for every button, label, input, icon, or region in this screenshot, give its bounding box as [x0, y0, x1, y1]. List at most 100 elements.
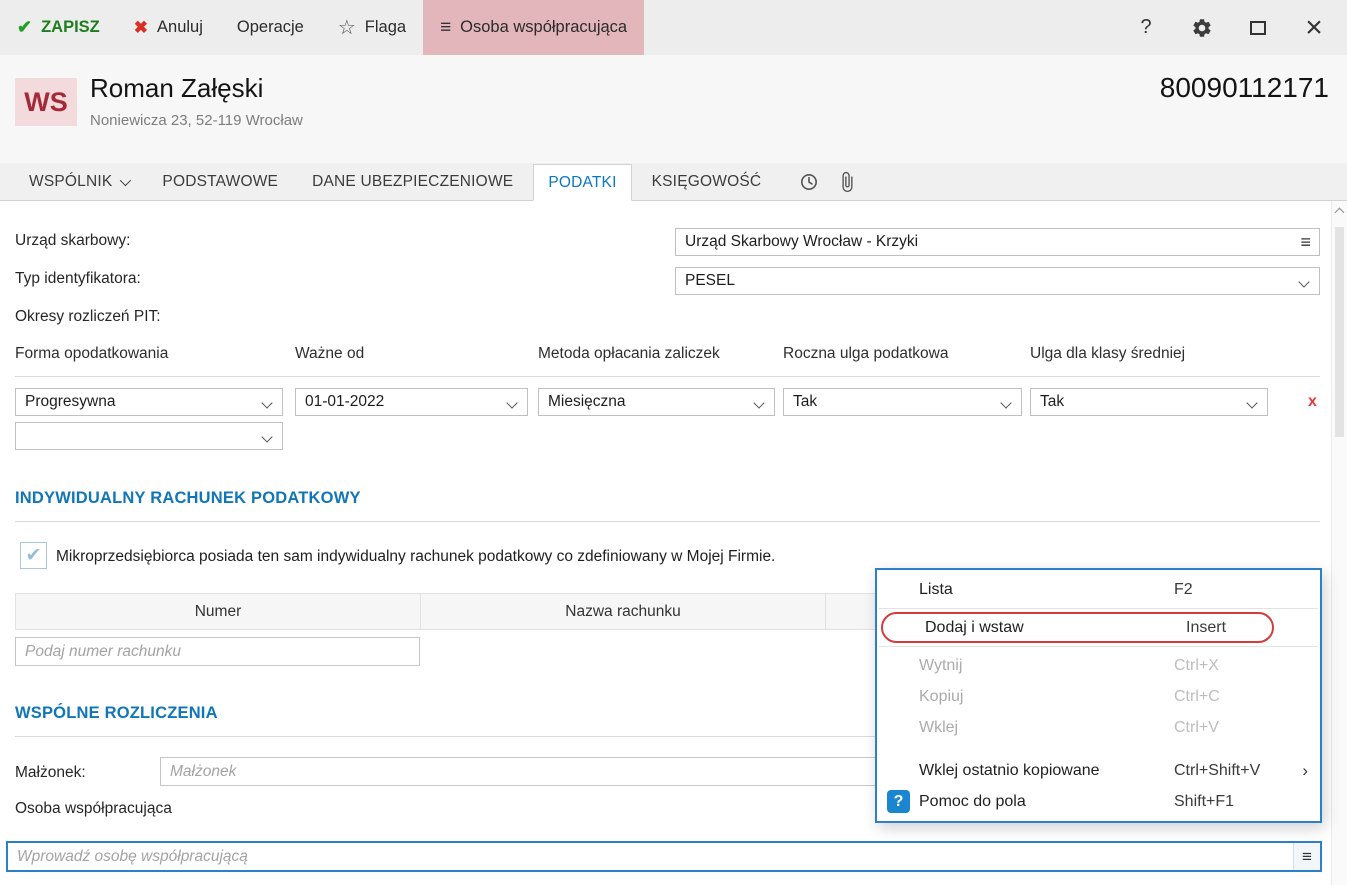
account-number-input[interactable] [15, 637, 420, 666]
id-type-select[interactable]: PESEL [675, 267, 1320, 295]
pit-col-roczna-ulga: Roczna ulga podatkowa [783, 345, 948, 363]
menu-item-shortcut: Ctrl+V [1174, 719, 1304, 737]
context-menu: Lista F2 Dodaj i wstaw Insert Wytnij Ctr… [875, 568, 1322, 823]
pit-col-ulga-klasa: Ulga dla klasy średniej [1030, 345, 1185, 363]
menu-icon-col: ? [887, 790, 919, 813]
tab-label: WSPÓLNIK [29, 173, 112, 191]
maximize-icon [1250, 21, 1266, 35]
cancel-x-icon: ✖ [134, 18, 148, 38]
pit-col-wazne-od: Ważne od [295, 345, 364, 363]
maximize-button[interactable] [1245, 15, 1271, 41]
divider [15, 521, 1320, 522]
scroll-up-icon[interactable] [1335, 208, 1345, 218]
check-icon: ✔ [17, 17, 32, 38]
person-id-number: 80090112171 [1160, 72, 1329, 104]
menu-item-pomoc-do-pola[interactable]: ? Pomoc do pola Shift+F1 [877, 786, 1320, 817]
menu-separator [879, 646, 1318, 647]
menu-item-shortcut: Ctrl+Shift+V [1174, 762, 1304, 780]
tab-wspolnik[interactable]: WSPÓLNIK [15, 163, 142, 200]
select-value: Miesięczna [548, 393, 626, 411]
submenu-arrow-icon: › [1302, 761, 1308, 781]
menu-item-label: Wklej [919, 719, 1174, 737]
menu-item-wklej: Wklej Ctrl+V [877, 712, 1320, 743]
coworker-input[interactable] [8, 843, 1293, 870]
spouse-label: Małżonek: [15, 764, 86, 782]
menu-item-kopiuj: Kopiuj Ctrl+C [877, 681, 1320, 712]
menu-item-label: Wklej ostatnio kopiowane [919, 762, 1174, 780]
section-title-rachunek: INDYWIDUALNY RACHUNEK PODATKOWY [15, 489, 361, 508]
close-button[interactable]: × [1301, 15, 1327, 41]
menu-item-shortcut: Ctrl+C [1174, 688, 1304, 706]
window-controls: ? × [1133, 0, 1347, 55]
section-title-wspolne: WSPÓLNE ROZLICZENIA [15, 704, 218, 723]
tab-label: PODSTAWOWE [162, 173, 278, 191]
vertical-scrollbar[interactable] [1331, 201, 1347, 885]
menu-item-label: Kopiuj [919, 688, 1174, 706]
column-header-nazwa: Nazwa rachunku [421, 594, 826, 629]
tab-bar: WSPÓLNIK PODSTAWOWE DANE UBEZPIECZENIOWE… [0, 163, 1347, 201]
menu-item-lista[interactable]: Lista F2 [877, 574, 1320, 605]
forma-opodatkowania-select[interactable]: Progresywna [15, 388, 283, 416]
lookup-menu-icon: ≡ [1302, 847, 1312, 867]
id-type-label: Typ identyfikatora: [15, 270, 141, 288]
tab-podstawowe[interactable]: PODSTAWOWE [148, 163, 292, 200]
content-area: Urząd skarbowy: Urząd Skarbowy Wrocław -… [0, 201, 1347, 885]
tab-label: PODATKI [548, 174, 616, 192]
save-button[interactable]: ✔ ZAPISZ [0, 0, 117, 55]
ulga-klasa-select[interactable]: Tak [1030, 388, 1268, 416]
roczna-ulga-select[interactable]: Tak [783, 388, 1022, 416]
field-help-icon: ? [887, 790, 910, 813]
tab-label: DANE UBEZPIECZENIOWE [312, 173, 513, 191]
tax-office-value: Urząd Skarbowy Wrocław - Krzyki [685, 233, 918, 251]
coworker-lookup-button[interactable]: ≡ [1293, 843, 1320, 870]
wazne-od-select[interactable]: 01-01-2022 [295, 388, 528, 416]
attachment-icon[interactable] [836, 171, 858, 193]
scrollbar-thumb[interactable] [1335, 227, 1344, 437]
pit-periods-label: Okresy rozliczeń PIT: [15, 308, 161, 326]
menu-item-shortcut: Shift+F1 [1174, 793, 1304, 811]
menu-item-shortcut: Ctrl+X [1174, 657, 1304, 675]
select-value: Tak [793, 393, 817, 411]
select-value: 01-01-2022 [305, 393, 384, 411]
app-window: ✔ ZAPISZ ✖ Anuluj Operacje ☆ Flaga ≡ Oso… [0, 0, 1347, 885]
tab-dane-ubezpieczeniowe[interactable]: DANE UBEZPIECZENIOWE [298, 163, 527, 200]
cancel-label: Anuluj [157, 18, 203, 37]
flag-button[interactable]: ☆ Flaga [321, 0, 423, 55]
menu-item-wytnij: Wytnij Ctrl+X [877, 650, 1320, 681]
pit-col-forma: Forma opodatkowania [15, 345, 168, 363]
menu-item-label: Pomoc do pola [919, 793, 1174, 811]
menu-item-dodaj-i-wstaw[interactable]: Dodaj i wstaw Insert [881, 612, 1274, 643]
tax-office-field[interactable]: Urząd Skarbowy Wrocław - Krzyki ≡ [675, 228, 1320, 256]
id-type-value: PESEL [685, 272, 735, 290]
same-account-checkbox[interactable]: ✔ [20, 542, 47, 569]
menu-item-label: Lista [919, 581, 1174, 599]
checkbox-check-icon: ✔ [26, 544, 42, 567]
active-record-tab[interactable]: ≡ Osoba współpracująca [423, 0, 644, 55]
lookup-menu-icon[interactable]: ≡ [1300, 232, 1311, 253]
select-value: Tak [1040, 393, 1064, 411]
coworker-label: Osoba współpracująca [15, 800, 172, 818]
pit-col-metoda: Metoda opłacania zaliczek [538, 345, 720, 363]
tab-podatki[interactable]: PODATKI [533, 164, 631, 201]
list-icon: ≡ [440, 17, 451, 39]
active-record-label: Osoba współpracująca [460, 18, 627, 37]
star-icon: ☆ [338, 15, 356, 40]
menu-item-label: Wytnij [919, 657, 1174, 675]
menu-item-shortcut: Insert [1186, 619, 1256, 637]
menu-separator [879, 608, 1318, 609]
chevron-down-icon [120, 174, 131, 185]
gear-icon [1191, 17, 1213, 39]
history-icon[interactable] [797, 170, 820, 193]
flag-label: Flaga [365, 18, 406, 37]
metoda-zaliczek-select[interactable]: Miesięczna [538, 388, 775, 416]
delete-row-button[interactable]: x [1308, 393, 1317, 411]
operations-button[interactable]: Operacje [220, 0, 321, 55]
tab-label: KSIĘGOWOŚĆ [652, 173, 762, 191]
forma-opodatkowania-select-empty[interactable] [15, 422, 283, 450]
menu-item-label: Dodaj i wstaw [925, 619, 1186, 637]
help-button[interactable]: ? [1133, 15, 1159, 41]
tab-ksiegowosc[interactable]: KSIĘGOWOŚĆ [638, 163, 776, 200]
cancel-button[interactable]: ✖ Anuluj [117, 0, 220, 55]
menu-item-wklej-ostatnio-kopiowane[interactable]: Wklej ostatnio kopiowane Ctrl+Shift+V › [877, 755, 1320, 786]
settings-button[interactable] [1189, 15, 1215, 41]
